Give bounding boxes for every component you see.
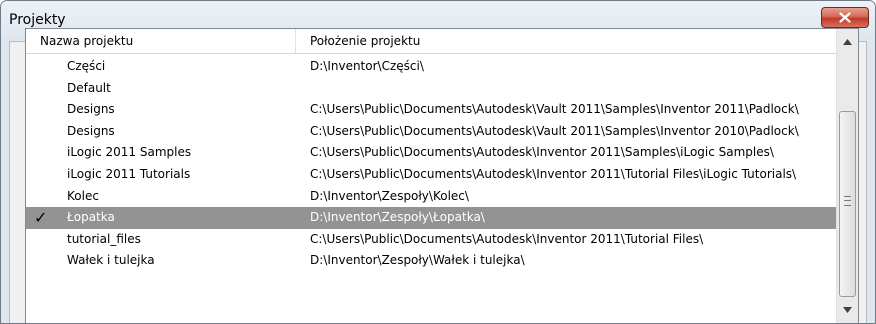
scroll-down-button[interactable] xyxy=(839,301,856,318)
project-path: D:\Inventor\Zespoły\Kolec\ xyxy=(310,188,469,203)
project-name: Default xyxy=(67,80,111,95)
table-row[interactable]: Designs C:\Users\Public\Documents\Autodes… xyxy=(26,99,836,121)
project-path: D:\Inventor\Zespoły\Łopatka\ xyxy=(310,210,485,225)
table-row[interactable]: ✓ Łopatka D:\Inventor\Zespoły\Łopatka\ xyxy=(26,207,836,229)
project-name: Wałek i tulejka xyxy=(67,253,155,268)
project-path: C:\Users\Public\Documents\Autodesk\Inven… xyxy=(310,231,704,246)
project-path: D:\Inventor\Zespoły\Wałek i tulejka\ xyxy=(310,253,525,268)
project-name: Łopatka xyxy=(67,210,115,225)
table-row[interactable]: Części D:\Inventor\Części\ xyxy=(26,56,836,78)
project-path: C:\Users\Public\Documents\Autodesk\Inven… xyxy=(310,145,774,160)
window-title: Projekty xyxy=(9,12,66,28)
project-name: Designs xyxy=(67,123,115,138)
table-row[interactable]: tutorial_files C:\Users\Public\Documents\… xyxy=(26,229,836,251)
project-name: Designs xyxy=(67,102,115,117)
project-path: C:\Users\Public\Documents\Autodesk\Vault… xyxy=(310,123,799,138)
list-rows: Części D:\Inventor\Części\ Default Designs C… xyxy=(26,56,836,272)
table-row[interactable]: iLogic 2011 Samples C:\Users\Public\Docum… xyxy=(26,142,836,164)
checkmark-icon: ✓ xyxy=(34,208,48,228)
table-row[interactable]: Wałek i tulejka D:\Inventor\Zespoły\Wałek… xyxy=(26,250,836,272)
project-path: C:\Users\Public\Documents\Autodesk\Inven… xyxy=(310,166,797,181)
projects-dialog: Projekty Nazwa projektu Położenie projek… xyxy=(0,0,876,324)
arrow-up-icon xyxy=(843,38,852,45)
project-name: Kolec xyxy=(67,188,99,203)
list-header: Nazwa projektu Położenie projektu xyxy=(26,29,836,54)
table-row[interactable]: Kolec D:\Inventor\Zespoły\Kolec\ xyxy=(26,186,836,208)
scrollbar-thumb[interactable] xyxy=(839,111,856,297)
table-row[interactable]: Default xyxy=(26,78,836,100)
arrow-down-icon xyxy=(843,306,852,313)
projects-list[interactable]: Nazwa projektu Położenie projektu Części… xyxy=(25,28,859,323)
project-name: iLogic 2011 Samples xyxy=(67,145,192,160)
project-path: D:\Inventor\Części\ xyxy=(310,59,424,73)
column-header-name[interactable]: Nazwa projektu xyxy=(26,29,296,53)
grip-icon xyxy=(844,196,851,206)
project-name: tutorial_files xyxy=(67,231,141,246)
vertical-scrollbar[interactable] xyxy=(836,29,858,323)
project-name: iLogic 2011 Tutorials xyxy=(67,166,191,181)
scroll-up-button[interactable] xyxy=(839,33,856,50)
column-header-path[interactable]: Położenie projektu xyxy=(296,29,836,53)
project-name: Części xyxy=(67,59,106,73)
table-row[interactable]: iLogic 2011 Tutorials C:\Users\Public\Doc… xyxy=(26,164,836,186)
close-button[interactable] xyxy=(821,7,869,28)
close-icon xyxy=(839,12,851,23)
project-path: C:\Users\Public\Documents\Autodesk\Vault… xyxy=(310,102,799,117)
table-row[interactable]: Designs C:\Users\Public\Documents\Autodes… xyxy=(26,121,836,143)
